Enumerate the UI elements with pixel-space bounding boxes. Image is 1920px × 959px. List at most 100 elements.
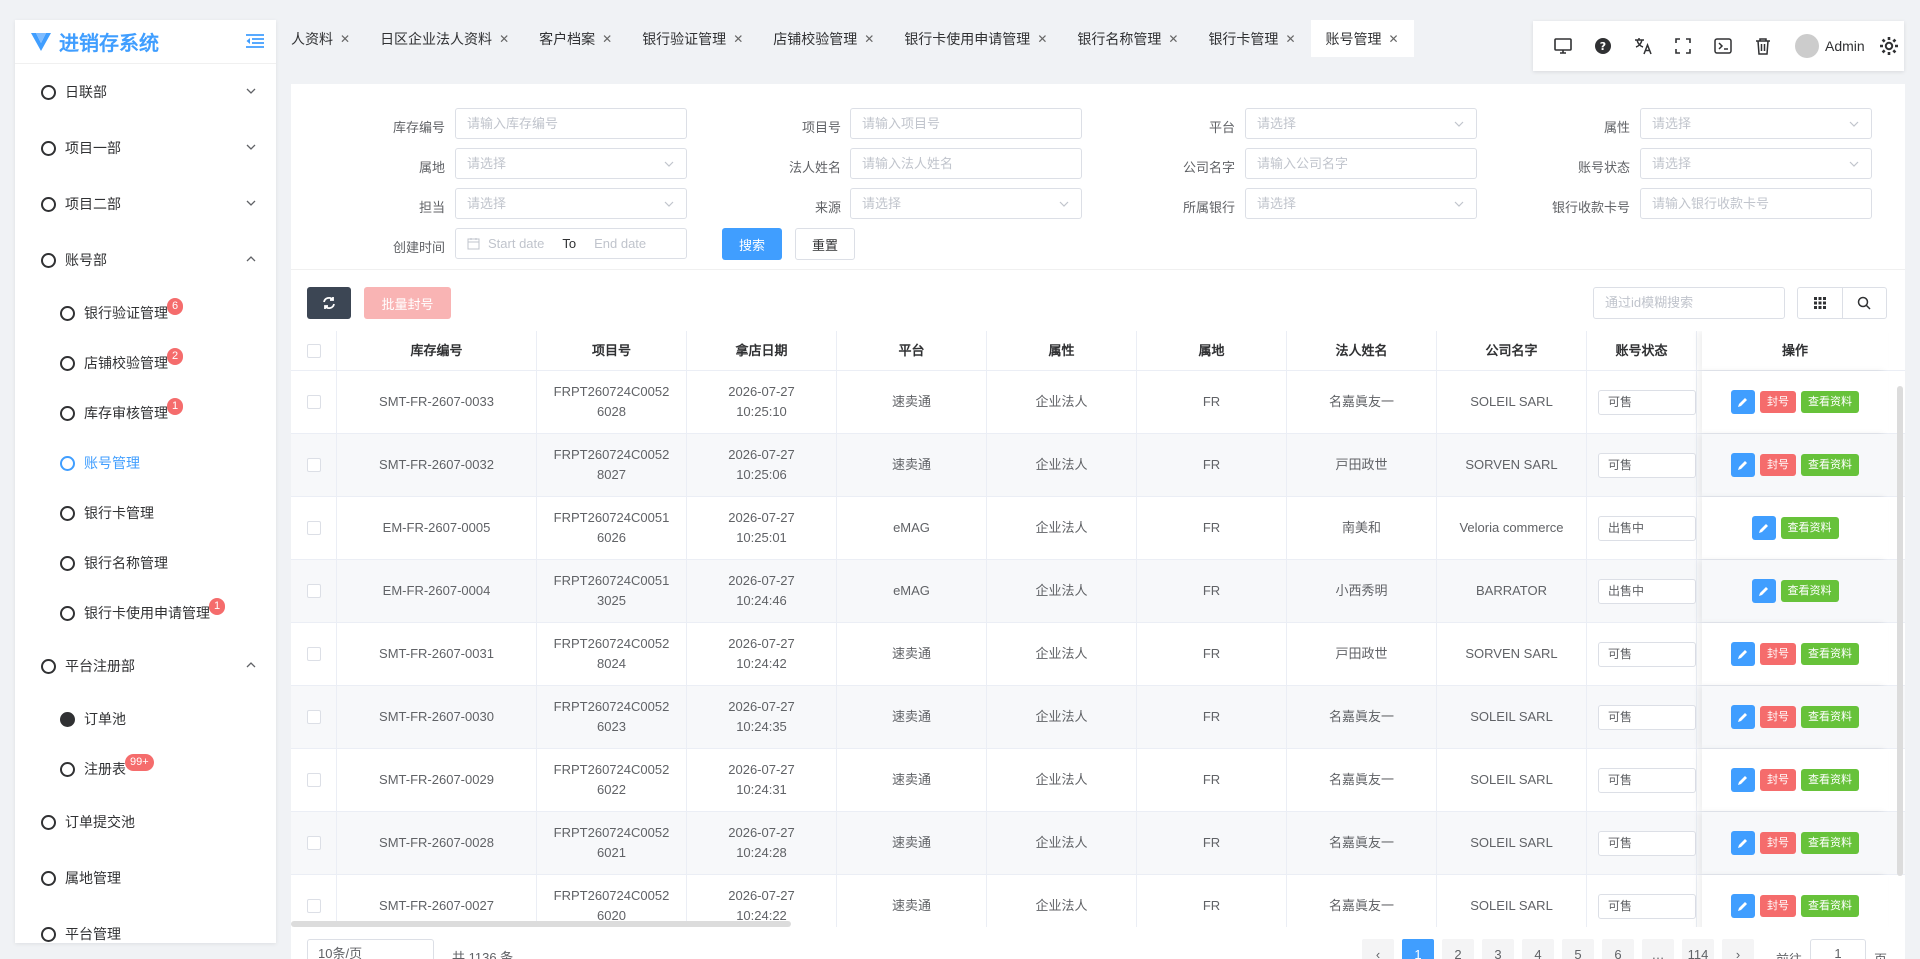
status-select[interactable]: 可售 bbox=[1598, 641, 1696, 667]
page-button[interactable]: … bbox=[1642, 939, 1674, 959]
edit-button[interactable] bbox=[1731, 705, 1755, 729]
row-checkbox[interactable] bbox=[306, 899, 321, 913]
tab-item[interactable]: 账号管理 ✕ bbox=[1310, 20, 1414, 57]
row-checkbox[interactable] bbox=[306, 647, 321, 661]
horizontal-scrollbar[interactable] bbox=[291, 921, 791, 927]
acct-status-select[interactable]: 请选择 bbox=[1640, 148, 1872, 179]
fullscreen-icon[interactable] bbox=[1663, 26, 1703, 66]
search-icon[interactable] bbox=[1843, 288, 1887, 318]
sidebar-subitem[interactable]: 银行名称管理 bbox=[15, 538, 276, 588]
sidebar-subitem[interactable]: 银行验证管理 6 bbox=[15, 288, 276, 338]
page-button[interactable]: ‹ bbox=[1362, 939, 1394, 959]
row-checkbox[interactable] bbox=[306, 773, 321, 787]
grid-icon[interactable] bbox=[1798, 288, 1843, 318]
stock-no-input[interactable]: 请输入库存编号 bbox=[455, 108, 687, 139]
status-select[interactable]: 出售中 bbox=[1598, 515, 1696, 541]
refresh-button[interactable] bbox=[307, 287, 351, 319]
sidebar-item[interactable]: 平台管理 bbox=[15, 906, 276, 943]
page-button[interactable]: 114 bbox=[1682, 939, 1714, 959]
bank-select[interactable]: 请选择 bbox=[1245, 188, 1477, 219]
trash-icon[interactable] bbox=[1743, 26, 1783, 66]
sidebar-subitem[interactable]: 银行卡管理 bbox=[15, 488, 276, 538]
status-select[interactable]: 可售 bbox=[1598, 704, 1696, 730]
gear-icon[interactable] bbox=[1877, 34, 1901, 58]
vertical-scrollbar[interactable] bbox=[1897, 386, 1903, 876]
seal-button[interactable]: 封号 bbox=[1760, 832, 1796, 854]
sidebar-subitem[interactable]: 注册表 99+ bbox=[15, 744, 276, 794]
view-details-button[interactable]: 查看资料 bbox=[1801, 391, 1859, 413]
seal-button[interactable]: 封号 bbox=[1760, 391, 1796, 413]
goto-input[interactable]: 1 bbox=[1810, 939, 1867, 959]
status-select[interactable]: 可售 bbox=[1598, 452, 1696, 478]
status-select[interactable]: 出售中 bbox=[1598, 578, 1696, 604]
reset-button[interactable]: 重置 bbox=[795, 228, 855, 260]
avatar[interactable] bbox=[1795, 34, 1819, 58]
close-icon[interactable]: ✕ bbox=[1168, 32, 1178, 46]
view-details-button[interactable]: 查看资料 bbox=[1801, 769, 1859, 791]
page-button[interactable]: 1 bbox=[1402, 939, 1434, 959]
close-icon[interactable]: ✕ bbox=[1037, 32, 1047, 46]
sidebar-subitem[interactable]: 订单池 bbox=[15, 694, 276, 744]
search-button[interactable]: 搜索 bbox=[722, 228, 782, 260]
row-checkbox[interactable] bbox=[306, 710, 321, 724]
status-select[interactable]: 可售 bbox=[1598, 893, 1696, 919]
close-icon[interactable]: ✕ bbox=[1285, 32, 1295, 46]
edit-button[interactable] bbox=[1731, 642, 1755, 666]
view-details-button[interactable]: 查看资料 bbox=[1801, 832, 1859, 854]
close-icon[interactable]: ✕ bbox=[733, 32, 743, 46]
edit-button[interactable] bbox=[1731, 894, 1755, 918]
edit-button[interactable] bbox=[1731, 831, 1755, 855]
edit-button[interactable] bbox=[1731, 768, 1755, 792]
end-date[interactable]: End date bbox=[594, 229, 646, 258]
user-name[interactable]: Admin bbox=[1825, 38, 1865, 54]
tab-item[interactable]: 人资料 ✕ bbox=[276, 20, 365, 57]
tab-item[interactable]: 银行验证管理 ✕ bbox=[627, 20, 758, 57]
sidebar-subitem[interactable]: 银行卡使用申请管理 1 bbox=[15, 588, 276, 638]
sidebar-item[interactable]: 项目一部 bbox=[15, 120, 276, 176]
page-button[interactable]: 5 bbox=[1562, 939, 1594, 959]
close-icon[interactable]: ✕ bbox=[499, 32, 509, 46]
view-details-button[interactable]: 查看资料 bbox=[1780, 580, 1839, 602]
tab-item[interactable]: 店铺校验管理 ✕ bbox=[758, 20, 889, 57]
created-date-range[interactable]: Start date To End date bbox=[455, 228, 687, 259]
sidebar-subitem[interactable]: 店铺校验管理 2 bbox=[15, 338, 276, 388]
view-details-button[interactable]: 查看资料 bbox=[1801, 454, 1859, 476]
close-icon[interactable]: ✕ bbox=[340, 32, 350, 46]
status-select[interactable]: 可售 bbox=[1598, 389, 1696, 415]
company-input[interactable]: 请输入公司名字 bbox=[1245, 148, 1477, 179]
owner-select[interactable]: 请选择 bbox=[455, 188, 687, 219]
menu-fold-icon[interactable] bbox=[244, 30, 266, 52]
translate-icon[interactable] bbox=[1623, 26, 1663, 66]
view-details-button[interactable]: 查看资料 bbox=[1801, 895, 1859, 917]
batch-seal-button[interactable]: 批量封号 bbox=[364, 287, 451, 319]
close-icon[interactable]: ✕ bbox=[1389, 32, 1399, 46]
seal-button[interactable]: 封号 bbox=[1760, 454, 1796, 476]
id-fuzzy-search-input[interactable]: 通过id模糊搜索 bbox=[1593, 287, 1785, 319]
page-button[interactable]: 6 bbox=[1602, 939, 1634, 959]
tab-item[interactable]: 银行卡管理 ✕ bbox=[1193, 20, 1310, 57]
sidebar-item[interactable]: 属地管理 bbox=[15, 850, 276, 906]
project-no-input[interactable]: 请输入项目号 bbox=[850, 108, 1082, 139]
legal-name-input[interactable]: 请输入法人姓名 bbox=[850, 148, 1082, 179]
monitor-icon[interactable] bbox=[1543, 26, 1583, 66]
tab-item[interactable]: 银行卡使用申请管理 ✕ bbox=[889, 20, 1062, 57]
row-checkbox[interactable] bbox=[306, 836, 321, 850]
view-details-button[interactable]: 查看资料 bbox=[1801, 643, 1859, 665]
select-all-checkbox[interactable] bbox=[306, 343, 321, 358]
sidebar-item[interactable]: 平台注册部 bbox=[15, 638, 276, 694]
tab-item[interactable]: 客户档案 ✕ bbox=[524, 20, 627, 57]
seal-button[interactable]: 封号 bbox=[1760, 706, 1796, 728]
region-select[interactable]: 请选择 bbox=[455, 148, 687, 179]
sidebar-subitem[interactable]: 库存审核管理 1 bbox=[15, 388, 276, 438]
edit-button[interactable] bbox=[1731, 453, 1755, 477]
seal-button[interactable]: 封号 bbox=[1760, 769, 1796, 791]
close-icon[interactable]: ✕ bbox=[864, 32, 874, 46]
close-icon[interactable]: ✕ bbox=[602, 32, 612, 46]
page-button[interactable]: 4 bbox=[1522, 939, 1554, 959]
row-checkbox[interactable] bbox=[306, 584, 321, 598]
sidebar-item[interactable]: 订单提交池 bbox=[15, 794, 276, 850]
edit-button[interactable] bbox=[1731, 390, 1755, 414]
sidebar-item[interactable]: 项目二部 bbox=[15, 176, 276, 232]
platform-select[interactable]: 请选择 bbox=[1245, 108, 1477, 139]
row-checkbox[interactable] bbox=[306, 521, 321, 535]
